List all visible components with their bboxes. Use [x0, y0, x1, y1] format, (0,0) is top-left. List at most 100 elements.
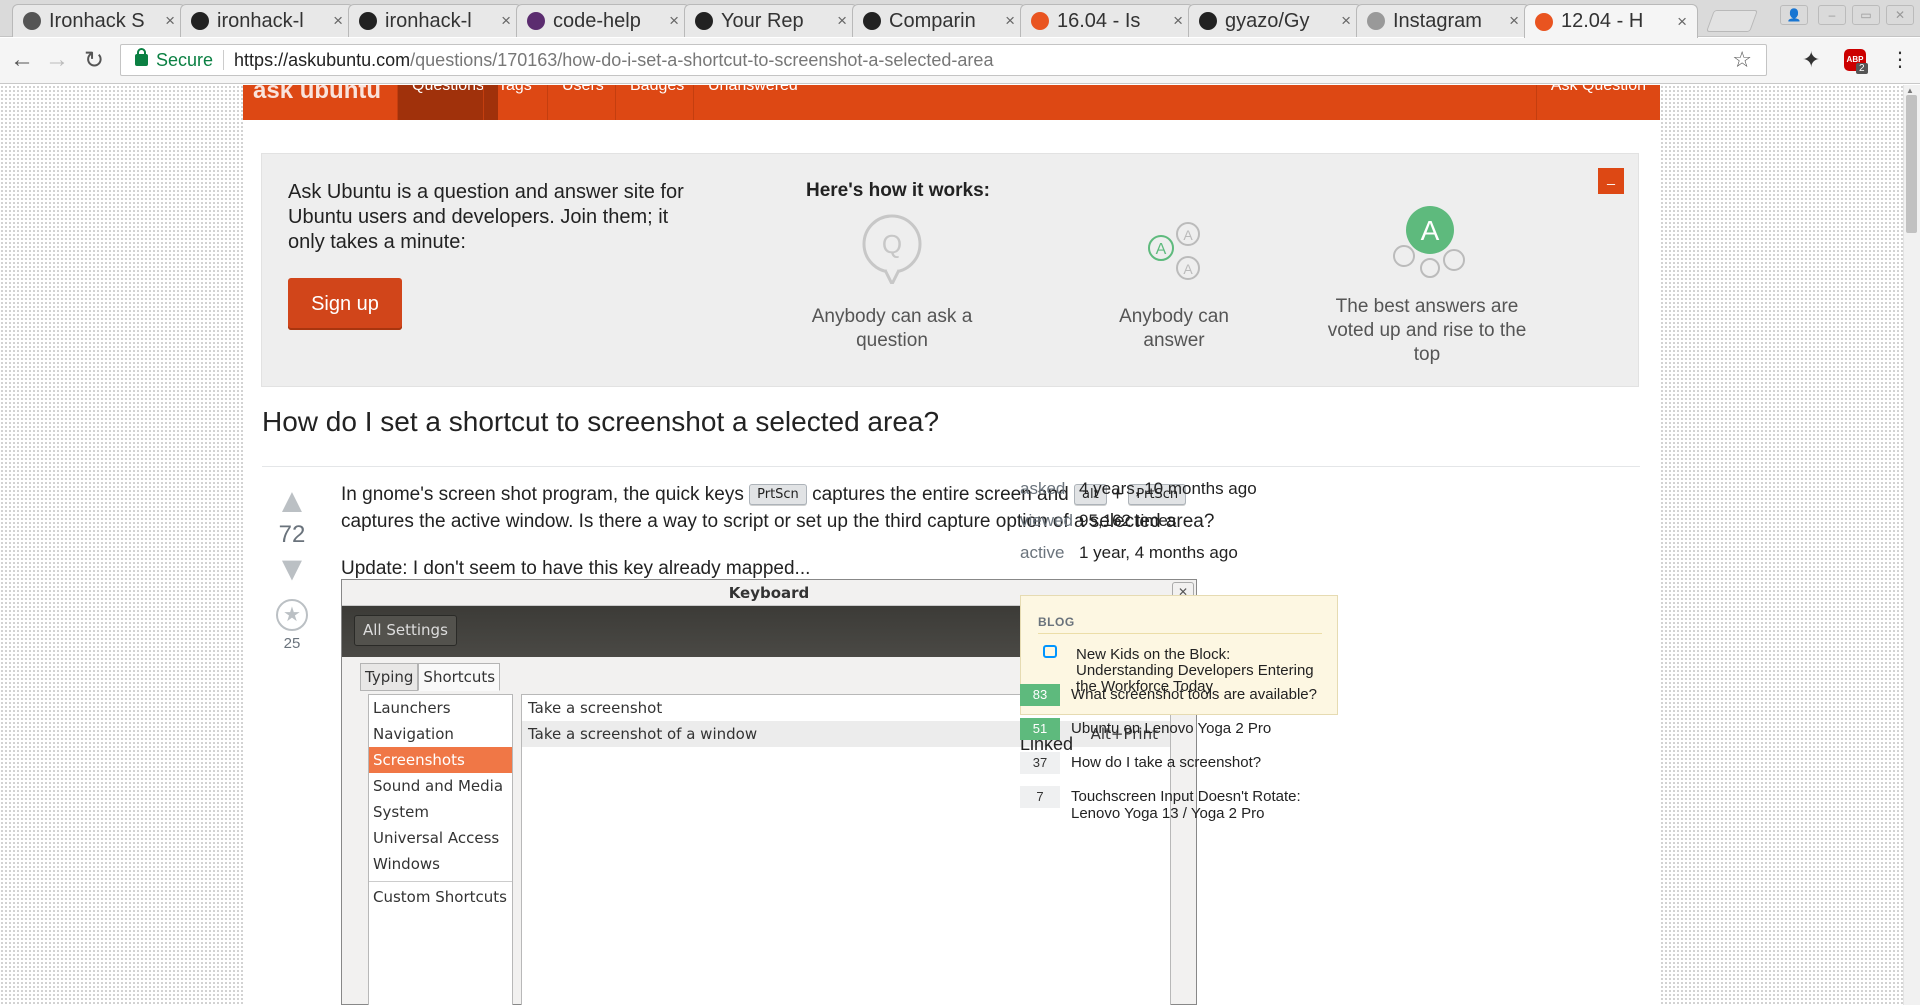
category-item: Sound and Media [373, 777, 504, 795]
downvote-icon[interactable]: ▼ [262, 552, 322, 586]
browser-tab[interactable]: code-help × [516, 4, 690, 37]
github-icon [191, 12, 209, 30]
secure-label: Secure [156, 49, 214, 70]
how-item-answer: A A A Anybody can answer [1104, 214, 1244, 353]
site-logo[interactable]: ask ubuntu [253, 85, 381, 105]
linked-question-title[interactable]: Touchscreen Input Doesn't Rotate: Lenovo… [1071, 788, 1337, 822]
github-icon [863, 12, 881, 30]
tab-close-icon[interactable]: × [669, 11, 679, 31]
dialog-title: Keyboard [728, 584, 810, 602]
linked-score-badge: 37 [1020, 752, 1060, 774]
nav-tab-badges[interactable]: Badges [615, 85, 698, 120]
forward-icon[interactable]: → [45, 46, 69, 74]
meta-value[interactable]: 1 year, 4 months ago [1079, 543, 1238, 562]
browser-tab[interactable]: ironhack-l × [180, 4, 354, 37]
tab-title: gyazo/Gy [1225, 9, 1310, 32]
tab-close-icon[interactable]: × [1341, 11, 1351, 31]
tab-close-icon[interactable]: × [501, 11, 511, 31]
url-path: /questions/170163/how-do-i-set-a-shortcu… [410, 49, 994, 70]
kbd-prtscn: PrtScn [749, 484, 807, 506]
dismiss-banner-button[interactable]: _ [1598, 168, 1624, 194]
category-item: System [373, 803, 429, 821]
linked-question[interactable]: 7 Touchscreen Input Doesn't Rotate: Lenov… [1020, 786, 1337, 822]
shortcut-categories: Launchers Navigation Screenshots Sound and … [368, 694, 513, 1005]
tab-close-icon[interactable]: × [1677, 12, 1687, 32]
signup-button[interactable]: Sign up [288, 278, 402, 330]
shortcut-list: Take a screenshotPrintTake a screenshot … [521, 694, 1171, 1005]
scrollbar-thumb[interactable] [1906, 95, 1917, 233]
tab-close-icon[interactable]: × [1509, 11, 1519, 31]
address-separator [223, 50, 225, 70]
blog-title: BLOG [1038, 615, 1075, 629]
browser-tab[interactable]: 12.04 - H × [1524, 4, 1698, 38]
tab-shortcuts: Shortcuts [418, 663, 501, 691]
upvote-icon[interactable]: ▲ [262, 484, 322, 518]
linked-question[interactable]: 51 Ubuntu on Lenovo Yoga 2 Pro [1020, 718, 1337, 740]
category-item: Windows [373, 855, 440, 873]
browser-toolbar: ← → ↻ Secure https://askubuntu.com/quest… [0, 38, 1920, 84]
slack-icon [527, 12, 545, 30]
browser-tab[interactable]: Comparin × [852, 4, 1026, 37]
adblock-count: 2 [1856, 63, 1868, 74]
linked-question-title[interactable]: How do I take a screenshot? [1071, 754, 1337, 771]
back-icon[interactable]: ← [10, 46, 34, 74]
update-text: Update: I don't seem to have this key al… [341, 558, 811, 579]
banner-text: Ask Ubuntu is a question and answer site… [288, 181, 684, 253]
category-item: Universal Access [373, 829, 500, 847]
top-answer-icon: A [1393, 206, 1465, 278]
svg-text:A: A [1421, 215, 1440, 246]
tab-close-icon[interactable]: × [837, 11, 847, 31]
browser-tab[interactable]: Instagram × [1356, 4, 1530, 37]
linked-question[interactable]: 83 What screenshot tools are available? [1020, 684, 1337, 706]
menu-icon[interactable]: ⋮ [1890, 47, 1910, 72]
nav-tab-tags[interactable]: Tags [483, 85, 546, 120]
tab-title: ironhack-l [217, 9, 304, 32]
scroll-up-icon[interactable]: ▲ [1906, 86, 1914, 95]
maximize-button[interactable]: ▭ [1852, 5, 1880, 25]
browser-tab-strip: Ironhack S × ironhack-l × ironhack-l × code-he… [0, 0, 1920, 38]
address-bar[interactable]: Secure https://askubuntu.com/questions/1… [120, 44, 1767, 76]
tab-title: Ironhack S [49, 9, 145, 32]
linked-score-badge: 83 [1020, 684, 1060, 706]
browser-tab[interactable]: 16.04 - Is × [1020, 4, 1194, 37]
linked-question[interactable]: 37 How do I take a screenshot? [1020, 752, 1337, 774]
meta-active: active 1 year, 4 months ago [1020, 543, 1238, 563]
new-tab-button[interactable] [1705, 10, 1759, 32]
tab-close-icon[interactable]: × [333, 11, 343, 31]
meta-value[interactable]: 4 years, 10 months ago [1079, 479, 1257, 498]
meta-value: 95,162 times [1079, 511, 1177, 530]
minimize-button[interactable]: – [1818, 5, 1846, 25]
nav-tab-unanswered[interactable]: Unanswered [693, 85, 812, 120]
tab-title: 16.04 - Is [1057, 9, 1141, 32]
tab-close-icon[interactable]: × [165, 11, 175, 31]
meta-label: active [1020, 543, 1065, 562]
browser-tab[interactable]: gyazo/Gy × [1188, 4, 1362, 37]
tab-close-icon[interactable]: × [1173, 11, 1183, 31]
vote-count: 72 [278, 521, 306, 548]
blog-divider [1038, 633, 1322, 634]
github-icon [1199, 12, 1217, 30]
bookmark-star-icon[interactable]: ☆ [1732, 47, 1752, 73]
reload-icon[interactable]: ↻ [84, 46, 104, 75]
meta-asked: asked 4 years, 10 months ago [1020, 479, 1257, 499]
favorite-star-icon[interactable]: ★ [276, 599, 308, 631]
github-icon [359, 12, 377, 30]
extension-icon[interactable]: ✦ [1802, 47, 1820, 73]
page-container: ask ubuntu Questions Tags Users Badges Unans… [243, 85, 1660, 1005]
browser-tab[interactable]: Your Rep × [684, 4, 858, 37]
browser-tab[interactable]: Ironhack S × [12, 4, 186, 37]
profile-icon[interactable]: 👤 [1780, 5, 1808, 25]
window-close-button[interactable]: ✕ [1886, 5, 1914, 25]
nav-tab-users[interactable]: Users [547, 85, 618, 120]
page-viewport: ask ubuntu Questions Tags Users Badges Unans… [0, 85, 1903, 1005]
github-icon [695, 12, 713, 30]
question-title[interactable]: How do I set a shortcut to screenshot a … [262, 406, 939, 438]
linked-question-title[interactable]: What screenshot tools are available? [1071, 686, 1337, 703]
all-settings-button: All Settings [354, 615, 457, 646]
ask-question-button[interactable]: Ask Question [1535, 85, 1660, 120]
linked-question-title[interactable]: Ubuntu on Lenovo Yoga 2 Pro [1071, 720, 1337, 737]
browser-tab[interactable]: ironhack-l × [348, 4, 522, 37]
url-host: https://askubuntu.com [234, 49, 411, 70]
meta-label: asked [1020, 479, 1066, 498]
tab-close-icon[interactable]: × [1005, 11, 1015, 31]
